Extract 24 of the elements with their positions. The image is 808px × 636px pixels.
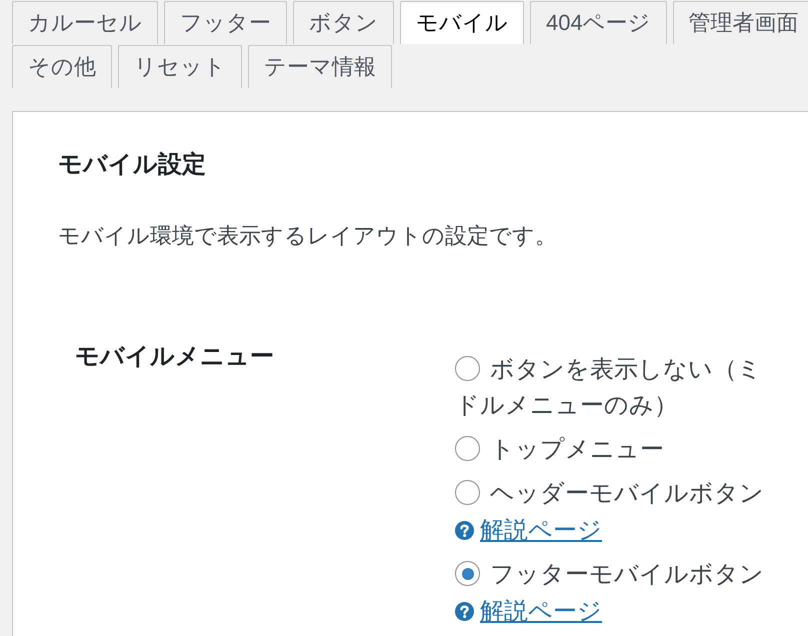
tab[interactable]: カルーセル — [12, 1, 158, 44]
section-description: モバイル環境で表示するレイアウトの設定です。 — [58, 222, 557, 250]
help-link[interactable]: 解説ページ — [480, 516, 602, 546]
radio-option[interactable]: トップメニュー — [455, 432, 767, 468]
tab[interactable]: モバイル — [400, 1, 524, 44]
tab[interactable]: テーマ情報 — [248, 45, 392, 88]
radio-option[interactable]: ボタンを表示しない（ミドルメニューのみ） — [455, 352, 767, 424]
radio-button[interactable] — [455, 561, 480, 586]
tab[interactable]: 404ページ — [530, 1, 667, 44]
radio-button[interactable] — [455, 480, 480, 505]
tab[interactable]: リセット — [118, 45, 242, 88]
help-icon — [455, 521, 474, 540]
help-icon — [455, 602, 474, 621]
tab[interactable]: その他 — [12, 45, 112, 88]
radio-option[interactable]: フッターモバイルボタン — [455, 557, 767, 593]
radio-button[interactable] — [455, 436, 480, 461]
help-link[interactable]: 解説ページ — [480, 596, 602, 626]
section-title: モバイル設定 — [58, 150, 206, 180]
tab[interactable]: 管理者画面 — [672, 1, 808, 44]
tab[interactable]: ボタン — [293, 1, 394, 44]
setting-label: モバイルメニュー — [75, 343, 274, 370]
radio-option[interactable]: ヘッダーモバイルボタン — [455, 476, 767, 512]
radio-button[interactable] — [455, 356, 480, 381]
tab[interactable]: フッター — [164, 1, 287, 44]
